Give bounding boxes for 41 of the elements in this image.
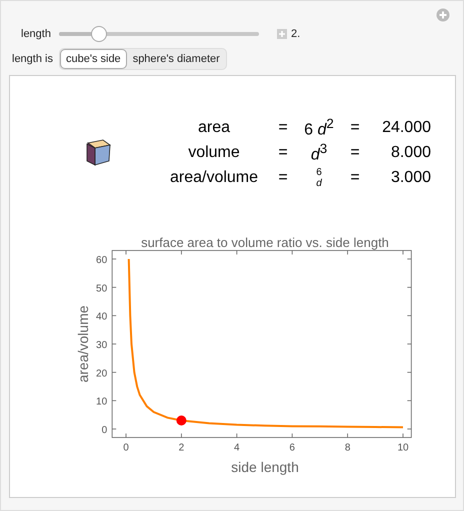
y-tick-label: 0 [102,424,108,436]
quantity-label: volume [187,144,241,162]
equals-sign: = [349,168,361,187]
y-tick-label: 50 [96,283,108,294]
formula: 6 d$^{2}$ [303,116,335,140]
mode-label: length is [12,53,53,65]
slider-value: 2. [290,28,300,40]
result-value: 24.000 [381,118,432,137]
y-tick-label: 30 [96,340,108,351]
x-tick-label: 10 [397,442,409,454]
equals-sign: = [277,118,289,137]
x-tick-label: 6 [289,442,295,454]
y-tick-label: 20 [96,368,108,379]
data-point [176,415,186,426]
expand-icon[interactable] [276,29,287,39]
formula: d$^{3}$ [310,141,328,165]
slider-label: length [21,28,51,40]
equals-sign: = [277,144,289,162]
chart-title: surface area to volume ratio vs. side length [141,234,389,250]
y-tick-label: 40 [96,311,108,322]
equals-sign: = [277,168,289,187]
add-icon[interactable] [436,8,450,22]
y-tick-label: 10 [96,396,108,408]
equals-sign: = [349,118,361,137]
result-value: 3.000 [390,168,432,187]
mode-option[interactable]: cube's side [60,49,127,69]
x-tick-label: 8 [344,442,350,454]
x-tick-label: 0 [123,442,129,454]
equals-sign: = [349,144,361,162]
result-value: 8.000 [390,144,432,162]
quantity-label: area [196,118,232,137]
x-axis-label: side length [231,458,299,475]
mode-option[interactable]: sphere's diameter [126,49,226,69]
y-tick-label: 60 [96,254,108,266]
x-tick-label: 2 [178,442,184,454]
fraction-formula: 6 d [315,166,323,189]
x-tick-label: 4 [234,442,240,454]
y-axis-label: area/volume [75,305,91,382]
length-slider[interactable] [58,25,259,43]
cube-icon [85,137,113,168]
quantity-label: area/volume [168,168,260,187]
